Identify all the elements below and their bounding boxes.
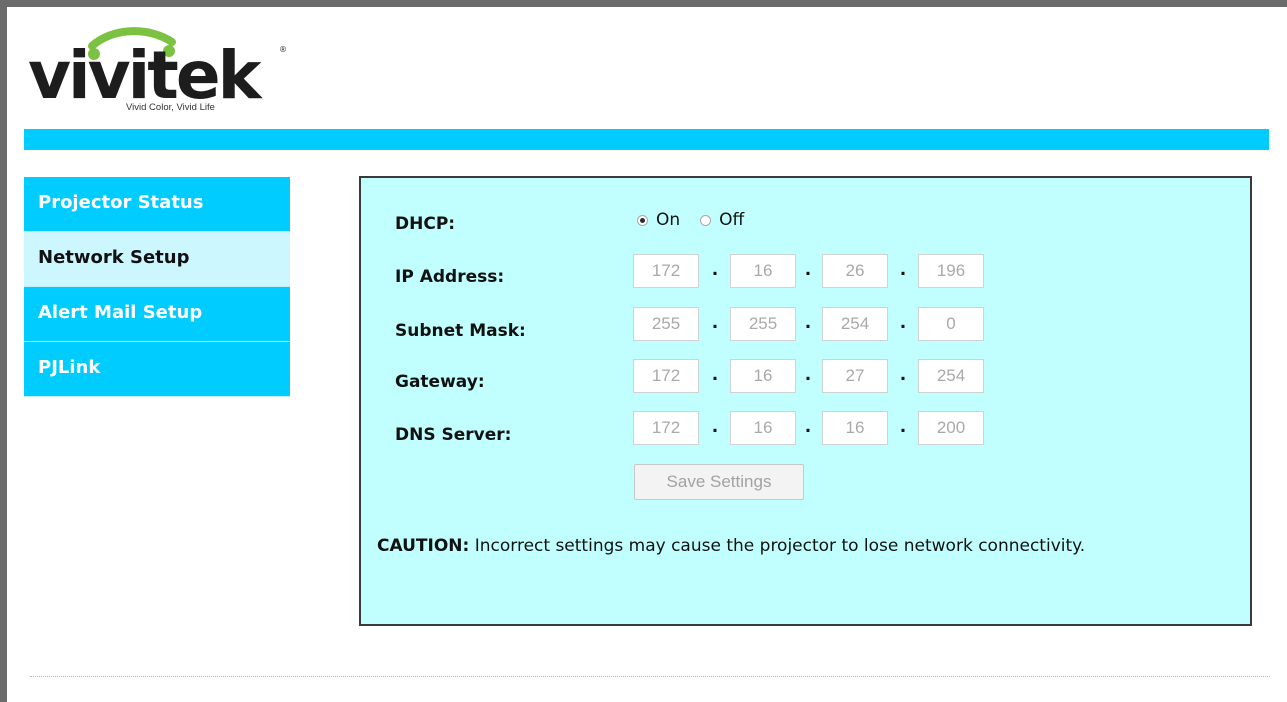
caution-text: Incorrect settings may cause the project… [469,536,1086,556]
gateway-octet-1[interactable] [633,359,699,393]
octet-separator: . [804,365,812,385]
dns-server-octet-1[interactable] [633,411,699,445]
header-accent-bar [24,129,1269,150]
sidebar-nav: Projector Status Network Setup Alert Mai… [24,177,290,397]
dhcp-on-label[interactable]: On [656,210,680,230]
dhcp-label: DHCP: [395,214,456,234]
sidebar-item-projector-status[interactable]: Projector Status [24,177,290,232]
vivitek-logo: vivitek ® Vivid Color, Vivid Life [28,24,288,116]
gateway-octet-2[interactable] [730,359,796,393]
octet-separator: . [899,313,907,333]
ip-address-octet-2[interactable] [730,254,796,288]
gateway-octet-3[interactable] [822,359,888,393]
svg-text:Vivid Color, Vivid Life: Vivid Color, Vivid Life [126,102,215,113]
octet-separator: . [804,417,812,437]
octet-separator: . [804,313,812,333]
octet-separator: . [899,365,907,385]
svg-text:®: ® [279,45,287,54]
octet-separator: . [899,417,907,437]
subnet-mask-octet-4[interactable] [918,307,984,341]
network-settings-panel: DHCP: On Off IP Address: . . . Subnet Ma… [359,176,1252,626]
ip-address-octet-4[interactable] [918,254,984,288]
sidebar-item-label: Network Setup [38,246,190,268]
dhcp-off-label[interactable]: Off [719,210,744,230]
dns-server-octet-3[interactable] [822,411,888,445]
subnet-mask-octet-1[interactable] [633,307,699,341]
octet-separator: . [711,313,719,333]
sidebar-item-label: Projector Status [38,191,204,213]
ip-address-label: IP Address: [395,267,505,287]
caution-message: CAUTION: Incorrect settings may cause th… [377,533,1197,559]
sidebar-item-pjlink[interactable]: PJLink [24,342,290,397]
sidebar-item-alert-mail-setup[interactable]: Alert Mail Setup [24,287,290,342]
subnet-mask-label: Subnet Mask: [395,321,526,341]
ip-address-octet-3[interactable] [822,254,888,288]
subnet-mask-octet-3[interactable] [822,307,888,341]
sidebar-item-label: Alert Mail Setup [38,301,203,323]
octet-separator: . [804,260,812,280]
sidebar-item-label: PJLink [38,356,101,378]
sidebar-item-network-setup[interactable]: Network Setup [24,232,290,287]
save-settings-button[interactable]: Save Settings [634,464,804,500]
footer-divider [30,676,1270,677]
octet-separator: . [711,260,719,280]
gateway-label: Gateway: [395,372,485,392]
ip-address-octet-1[interactable] [633,254,699,288]
window-frame-left [0,0,7,702]
dhcp-on-radio[interactable] [637,214,648,226]
caution-title: CAUTION: [377,536,470,556]
subnet-mask-octet-2[interactable] [730,307,796,341]
dhcp-off-radio[interactable] [700,214,712,226]
dhcp-radio-group: On Off [637,208,764,232]
dns-server-octet-2[interactable] [730,411,796,445]
octet-separator: . [711,417,719,437]
gateway-octet-4[interactable] [918,359,984,393]
dns-server-octet-4[interactable] [918,411,984,445]
octet-separator: . [711,365,719,385]
dns-server-label: DNS Server: [395,425,512,445]
window-frame-top [0,0,1287,7]
octet-separator: . [899,260,907,280]
